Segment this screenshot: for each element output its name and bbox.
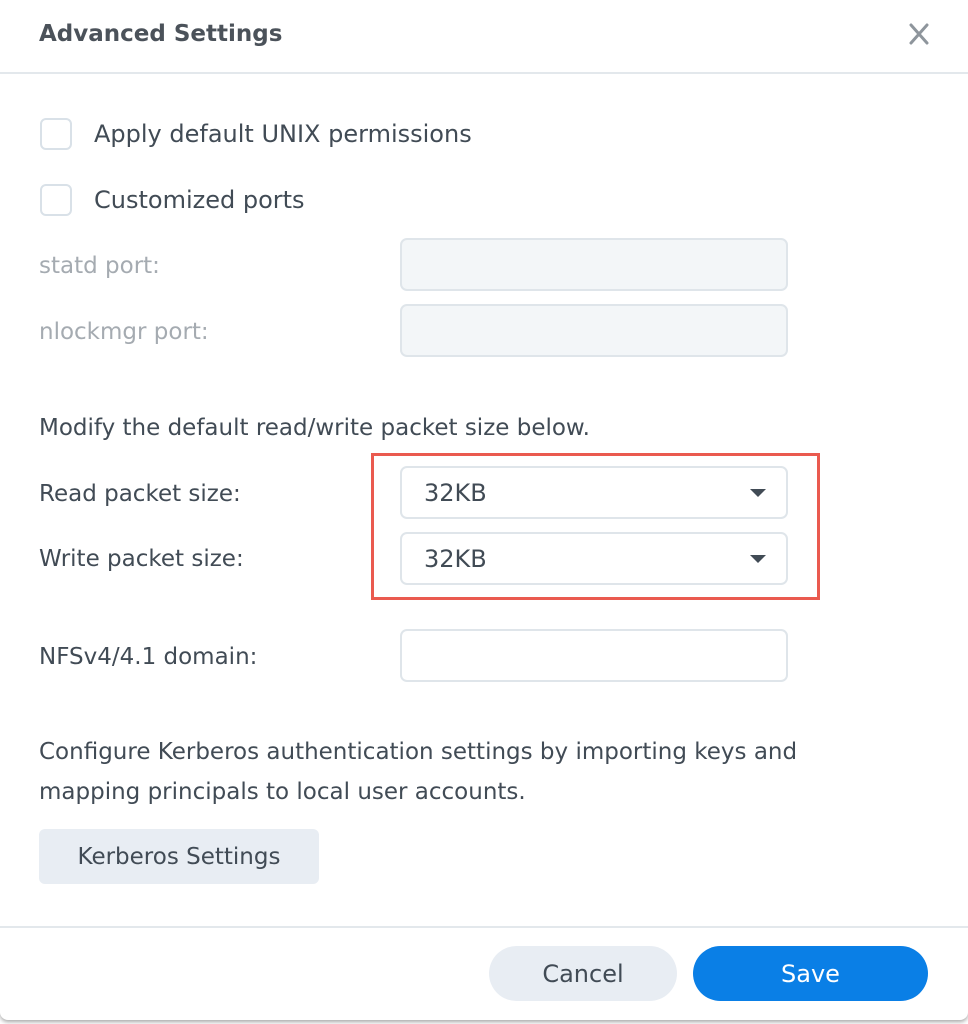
footer-divider <box>0 926 968 928</box>
read-packet-size-label: Read packet size: <box>39 481 241 507</box>
write-packet-size-label: Write packet size: <box>39 546 244 572</box>
statd-port-input[interactable] <box>400 238 788 291</box>
packet-size-description: Modify the default read/write packet siz… <box>39 415 590 441</box>
close-button[interactable] <box>903 18 935 50</box>
nlockmgr-port-label: nlockmgr port: <box>39 319 209 345</box>
close-icon <box>909 23 929 45</box>
unix-permissions-checkbox[interactable] <box>40 118 72 150</box>
customized-ports-label: Customized ports <box>94 186 305 214</box>
unix-permissions-checkbox-row[interactable]: Apply default UNIX permissions <box>40 116 472 152</box>
statd-port-label: statd port: <box>39 253 160 279</box>
advanced-settings-dialog: Advanced Settings Apply default UNIX per… <box>0 0 968 1020</box>
nfs-domain-input[interactable] <box>400 629 788 682</box>
kerberos-description-line1: Configure Kerberos authentication settin… <box>39 739 798 765</box>
nlockmgr-port-input[interactable] <box>400 304 788 357</box>
customized-ports-checkbox-row[interactable]: Customized ports <box>40 182 305 218</box>
kerberos-settings-button[interactable]: Kerberos Settings <box>39 829 319 884</box>
dialog-header: Advanced Settings <box>0 0 968 74</box>
nfs-domain-label: NFSv4/4.1 domain: <box>39 644 258 670</box>
highlight-box <box>371 453 820 600</box>
unix-permissions-label: Apply default UNIX permissions <box>94 120 472 148</box>
save-button[interactable]: Save <box>693 946 928 1001</box>
customized-ports-checkbox[interactable] <box>40 184 72 216</box>
dialog-title: Advanced Settings <box>39 21 283 47</box>
cancel-button[interactable]: Cancel <box>489 946 677 1001</box>
kerberos-description-line2: mapping principals to local user account… <box>39 779 526 805</box>
